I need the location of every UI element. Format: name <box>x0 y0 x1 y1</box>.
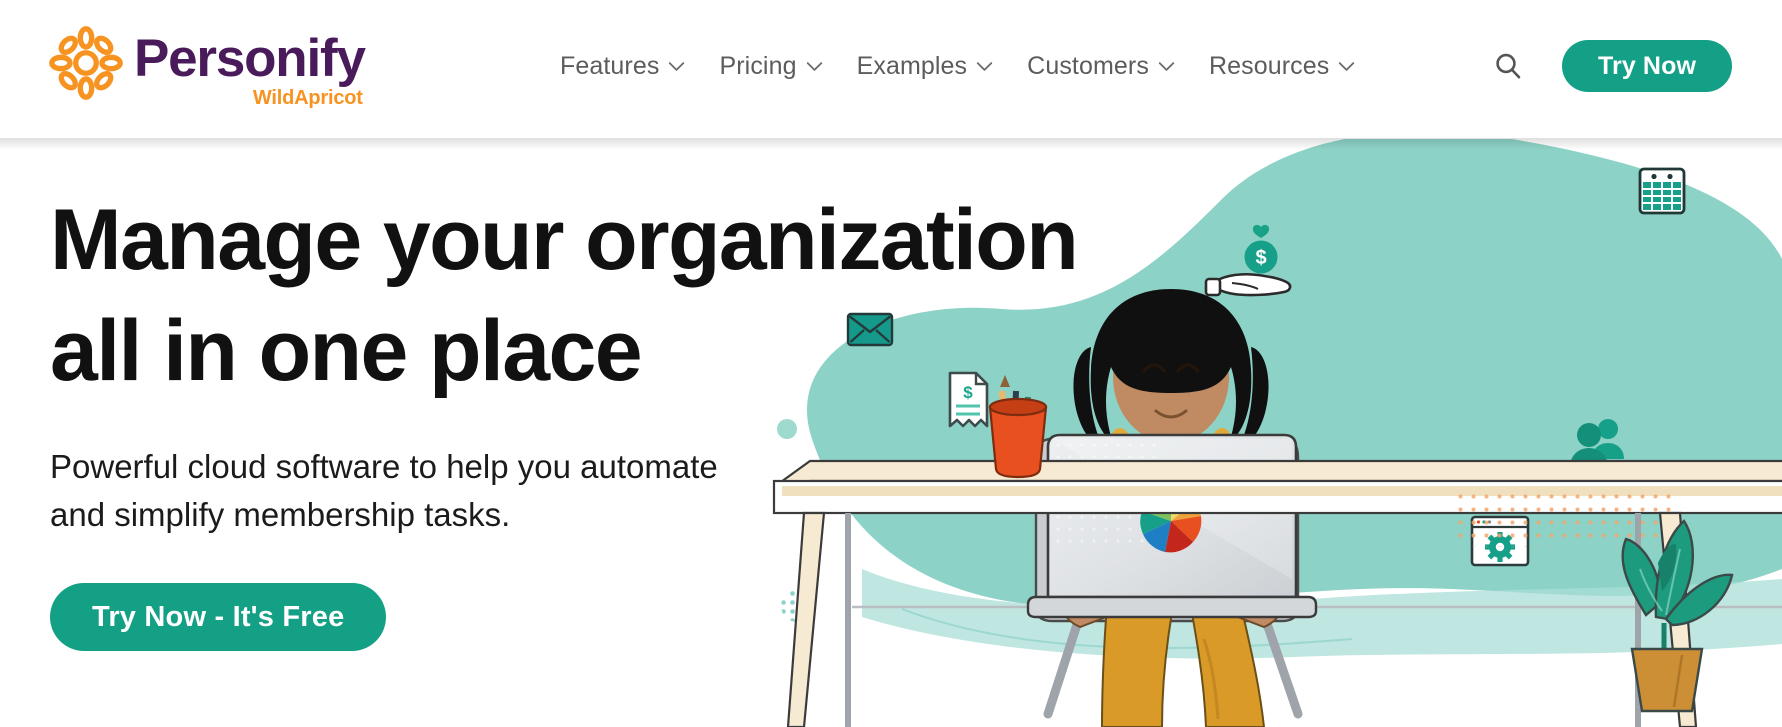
flower-sun-icon <box>49 26 123 100</box>
nav-item-features[interactable]: Features <box>560 52 685 81</box>
page-title: Manage your organization all in one plac… <box>50 192 1079 399</box>
chevron-down-icon <box>976 62 993 71</box>
hero-try-now-free-button[interactable]: Try Now - It's Free <box>50 583 387 652</box>
nav-label: Customers <box>1027 52 1149 80</box>
nav-label: Features <box>560 52 660 80</box>
nav-label: Pricing <box>719 52 797 80</box>
header-try-now-button[interactable]: Try Now <box>1562 40 1732 92</box>
chevron-down-icon <box>1158 62 1175 71</box>
nav-item-resources[interactable]: Resources <box>1209 52 1355 81</box>
nav-item-pricing[interactable]: Pricing <box>719 52 822 81</box>
search-button[interactable] <box>1492 50 1524 82</box>
nav-item-customers[interactable]: Customers <box>1027 52 1175 81</box>
chevron-down-icon <box>669 62 685 71</box>
plant-pot <box>1630 647 1704 713</box>
search-icon <box>1496 53 1521 79</box>
hero-subheading: Powerful cloud software to help you auto… <box>50 447 718 534</box>
landing-page: Personify WildApricot Features Pricing E… <box>0 0 1782 727</box>
header-actions: Try Now <box>1492 40 1732 92</box>
nav-label: Examples <box>856 52 968 80</box>
nav-label: Resources <box>1208 52 1330 80</box>
logo-subbrand: WildApricot <box>252 87 363 109</box>
calendar-icon <box>1638 167 1686 215</box>
logo-wordmark: Personify <box>134 29 366 88</box>
site-header: Personify WildApricot Features Pricing E… <box>0 0 1782 150</box>
chevron-down-icon <box>1339 62 1355 71</box>
primary-nav: Features Pricing Examples Customers Reso… <box>560 52 1355 81</box>
nav-item-examples[interactable]: Examples <box>857 52 994 81</box>
hero-section: Manage your organization all in one plac… <box>0 139 1782 727</box>
site-logo[interactable]: Personify WildApricot <box>48 24 366 110</box>
svg-text:$: $ <box>1255 247 1266 269</box>
hero-copy: Manage your organization all in one plac… <box>50 185 1090 652</box>
chevron-down-icon <box>806 62 822 71</box>
